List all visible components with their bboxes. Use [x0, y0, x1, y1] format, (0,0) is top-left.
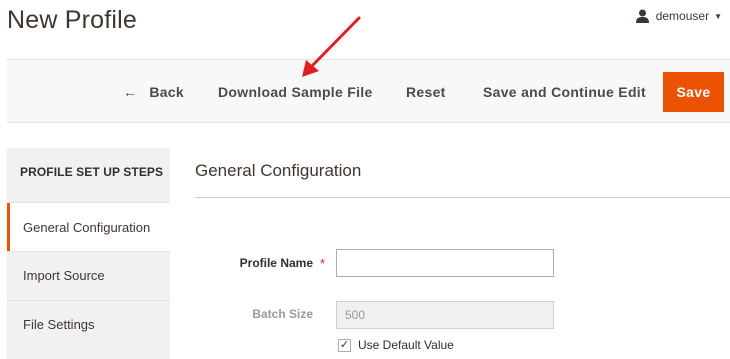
required-asterisk: *: [320, 256, 326, 271]
profile-setup-steps: PROFILE SET UP STEPS General Configurati…: [7, 148, 170, 359]
profile-name-label: Profile Name: [239, 256, 313, 270]
batch-size-input[interactable]: 500: [336, 301, 554, 329]
use-default-value-label: Use Default Value: [358, 338, 454, 352]
back-button[interactable]: ← Back: [123, 60, 184, 124]
page-title: New Profile: [7, 6, 138, 34]
batch-size-label: Batch Size: [252, 307, 313, 321]
use-default-value-checkbox[interactable]: ✓ Use Default Value: [338, 338, 454, 352]
section-divider: [195, 197, 730, 198]
steps-heading: PROFILE SET UP STEPS: [20, 165, 164, 179]
save-and-continue-button[interactable]: Save and Continue Edit: [483, 60, 646, 124]
download-sample-file-button[interactable]: Download Sample File: [218, 60, 373, 124]
left-arrow-icon: ←: [123, 84, 138, 100]
user-name: demouser: [655, 9, 710, 23]
save-button[interactable]: Save: [663, 72, 724, 112]
section-title: General Configuration: [195, 161, 362, 180]
step-general-configuration[interactable]: General Configuration: [7, 203, 170, 251]
caret-down-icon: ▼: [714, 11, 722, 21]
step-import-source[interactable]: Import Source: [7, 251, 170, 299]
back-label: Back: [149, 84, 184, 100]
reset-button[interactable]: Reset: [406, 60, 446, 124]
user-menu[interactable]: demouser ▼: [635, 9, 722, 23]
checkbox-checked-icon[interactable]: ✓: [338, 338, 351, 352]
step-file-settings[interactable]: File Settings: [7, 300, 170, 348]
profile-name-input[interactable]: [336, 249, 554, 277]
user-icon: [635, 9, 649, 23]
action-bar: ← Back Download Sample File Reset Save a…: [7, 59, 730, 123]
